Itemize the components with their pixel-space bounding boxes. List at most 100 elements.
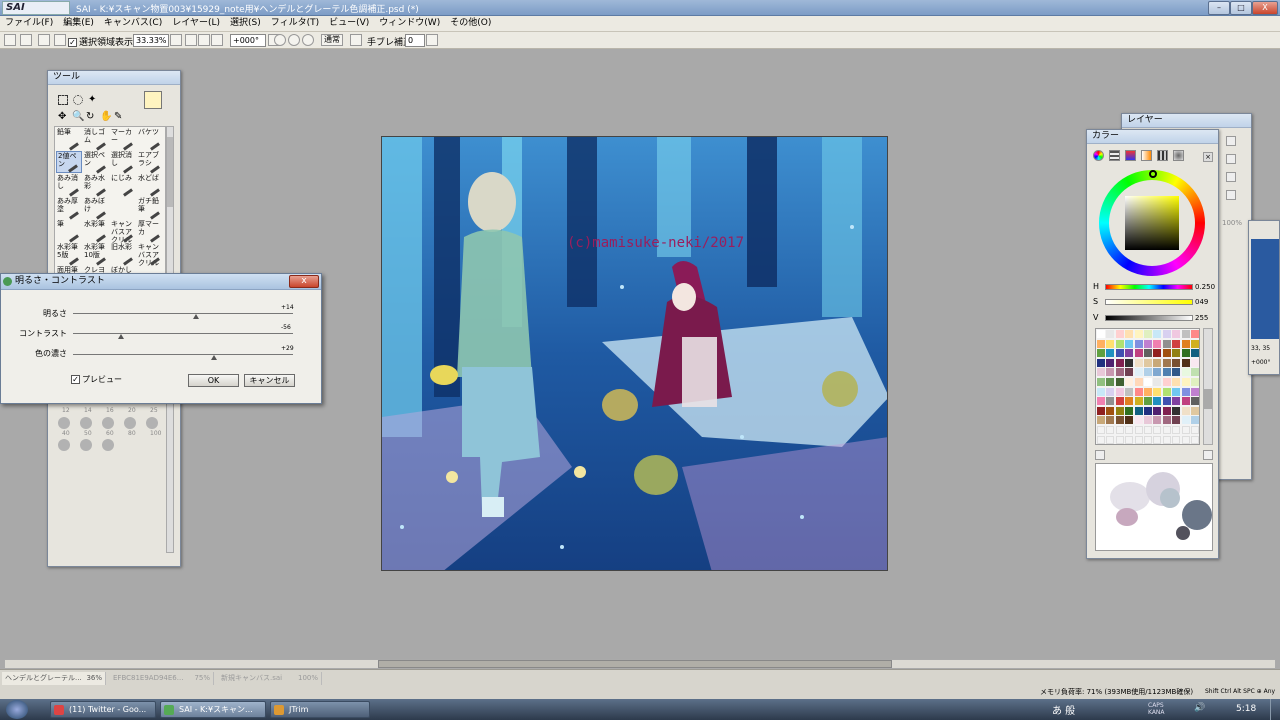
rotate-left-icon[interactable] bbox=[274, 34, 286, 46]
color-swatch[interactable] bbox=[1162, 416, 1171, 425]
scratchpad-close-icon[interactable] bbox=[1203, 450, 1213, 460]
start-button[interactable] bbox=[6, 700, 28, 719]
color-swatch[interactable] bbox=[1097, 349, 1105, 358]
color-swatch[interactable] bbox=[1191, 416, 1199, 425]
color-swatch[interactable] bbox=[1162, 378, 1171, 386]
undo-icon[interactable] bbox=[38, 34, 50, 46]
color-swatch[interactable] bbox=[1115, 406, 1124, 415]
tool-ami-watercolor[interactable]: あみ水彩 bbox=[83, 174, 109, 197]
menu-select[interactable]: 選択(S) bbox=[225, 16, 266, 31]
size-dot[interactable] bbox=[102, 439, 114, 451]
color-swatch[interactable] bbox=[1153, 416, 1162, 425]
color-swatch[interactable] bbox=[1115, 349, 1124, 358]
color-swatch[interactable] bbox=[1144, 339, 1152, 348]
color-swatch[interactable] bbox=[1191, 426, 1199, 434]
color-swatch[interactable] bbox=[1191, 387, 1199, 396]
color-swatch[interactable] bbox=[1115, 339, 1124, 348]
color-swatch[interactable] bbox=[1172, 406, 1181, 415]
size-dot[interactable] bbox=[58, 417, 70, 429]
color-swatch[interactable] bbox=[1115, 387, 1124, 396]
scrollbar-thumb[interactable] bbox=[378, 660, 892, 668]
hue-marker[interactable] bbox=[1149, 170, 1157, 178]
saturation-value-square[interactable] bbox=[1125, 196, 1179, 250]
color-swatch[interactable] bbox=[1181, 358, 1190, 367]
tool-watercolor[interactable]: 水彩筆 bbox=[83, 220, 109, 243]
blend-mode-button[interactable]: 通常 bbox=[321, 34, 343, 46]
color-swatch[interactable] bbox=[1172, 330, 1181, 338]
color-swatch[interactable] bbox=[1181, 339, 1190, 348]
color-swatch[interactable] bbox=[1106, 406, 1115, 415]
angle-field[interactable]: +000° bbox=[230, 34, 266, 47]
color-swatch[interactable] bbox=[1153, 435, 1162, 444]
zoom-icon[interactable]: 🔍 bbox=[72, 111, 84, 122]
color-swatch[interactable] bbox=[1097, 426, 1105, 434]
s-slider[interactable] bbox=[1105, 299, 1193, 305]
rotate-icon[interactable]: ↻ bbox=[86, 111, 94, 122]
magic-wand-icon[interactable]: ✦ bbox=[88, 94, 96, 105]
navigator-preview[interactable] bbox=[1251, 239, 1279, 339]
color-swatch[interactable] bbox=[1097, 406, 1105, 415]
color-swatch[interactable] bbox=[1153, 397, 1162, 406]
panel-close-icon[interactable]: × bbox=[1203, 152, 1213, 162]
color-swatch[interactable] bbox=[1181, 387, 1190, 396]
doc-tab-active[interactable]: ヘンデルとグレーテル... 36% bbox=[2, 672, 106, 685]
tool-water-drop[interactable]: 水どば bbox=[137, 174, 163, 197]
color-swatch[interactable] bbox=[1172, 368, 1181, 377]
color-swatch[interactable] bbox=[1162, 339, 1171, 348]
marquee-icon[interactable] bbox=[58, 95, 68, 105]
color-swatch[interactable] bbox=[1115, 435, 1124, 444]
color-swatch[interactable] bbox=[1134, 349, 1143, 358]
color-swatch[interactable] bbox=[1106, 330, 1115, 338]
tool-watercolor-10[interactable]: 水彩筆10版 bbox=[83, 243, 109, 266]
doc-tab[interactable]: EFBC81E9AD94E6... 75% bbox=[110, 672, 214, 685]
menu-canvas[interactable]: キャンバス(C) bbox=[99, 16, 167, 31]
color-swatch[interactable] bbox=[1172, 378, 1181, 386]
color-swatch[interactable] bbox=[1097, 378, 1105, 386]
tool-select-eraser[interactable]: 選択消し bbox=[110, 151, 136, 174]
color-swatch[interactable] bbox=[1106, 387, 1115, 396]
size-scrollbar[interactable] bbox=[166, 403, 174, 553]
color-swatch[interactable] bbox=[1097, 387, 1105, 396]
color-swatch[interactable] bbox=[1162, 349, 1171, 358]
doc-tab[interactable]: 新規キャンバス.sai 100% bbox=[218, 672, 322, 685]
color-swatch[interactable] bbox=[1115, 378, 1124, 386]
volume-icon[interactable]: 🔊 bbox=[1194, 703, 1205, 713]
task-twitter[interactable]: (11) Twitter - Goo... bbox=[50, 701, 156, 718]
tool-marker[interactable]: マーカー bbox=[110, 128, 136, 151]
tool-grid-scrollbar[interactable] bbox=[166, 126, 174, 276]
color-swatch[interactable] bbox=[1106, 426, 1115, 434]
size-dot[interactable] bbox=[146, 417, 158, 429]
color-swatch[interactable] bbox=[1181, 435, 1190, 444]
menu-layer[interactable]: レイヤー(L) bbox=[167, 16, 225, 31]
swatch-grid[interactable] bbox=[1095, 328, 1200, 445]
size-dot[interactable] bbox=[58, 439, 70, 451]
color-swatch[interactable] bbox=[1172, 349, 1181, 358]
hand-icon[interactable]: ✋ bbox=[100, 111, 112, 122]
main-color-swatch[interactable] bbox=[144, 91, 162, 109]
color-swatch[interactable] bbox=[1097, 358, 1105, 367]
color-swatch[interactable] bbox=[1181, 426, 1190, 434]
color-swatch[interactable] bbox=[1191, 349, 1199, 358]
color-swatch[interactable] bbox=[1125, 406, 1134, 415]
tool-canvas-acrylic-2[interactable]: キャンバスアクリル bbox=[137, 243, 163, 267]
color-swatch[interactable] bbox=[1097, 368, 1105, 377]
color-swatch[interactable] bbox=[1106, 339, 1115, 348]
show-desktop-button[interactable] bbox=[1270, 699, 1280, 720]
color-swatch[interactable] bbox=[1125, 435, 1134, 444]
minimize-button[interactable]: – bbox=[1208, 1, 1230, 15]
color-swatch[interactable] bbox=[1191, 406, 1199, 415]
preview-checkbox[interactable]: ✓ プレビュー bbox=[71, 374, 122, 385]
h-slider[interactable] bbox=[1105, 284, 1193, 290]
scratch-tab-icon[interactable] bbox=[1173, 150, 1184, 161]
color-swatch[interactable] bbox=[1191, 358, 1199, 367]
color-swatch[interactable] bbox=[1125, 339, 1134, 348]
menu-edit[interactable]: 編集(E) bbox=[58, 16, 99, 31]
color-swatch[interactable] bbox=[1097, 435, 1105, 444]
color-swatch[interactable] bbox=[1162, 330, 1171, 338]
tool-watercolor-5[interactable]: 水彩筆5版 bbox=[56, 243, 82, 266]
size-dot[interactable] bbox=[80, 417, 92, 429]
color-swatch[interactable] bbox=[1097, 416, 1105, 425]
zoom-dropdown-icon[interactable] bbox=[170, 34, 182, 46]
color-swatch[interactable] bbox=[1115, 416, 1124, 425]
color-swatch[interactable] bbox=[1125, 349, 1134, 358]
